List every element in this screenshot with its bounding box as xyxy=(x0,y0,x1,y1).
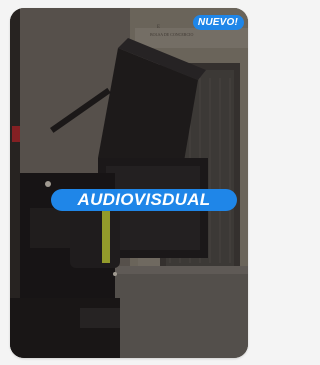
new-badge: NUEVO! xyxy=(192,15,244,30)
category-card[interactable]: E BOLSA DE CONCERCIO NUEVO! AUDIOVISDUAL xyxy=(10,8,248,358)
category-label[interactable]: AUDIOVISDUAL xyxy=(51,189,237,211)
image-overlay xyxy=(10,8,248,358)
